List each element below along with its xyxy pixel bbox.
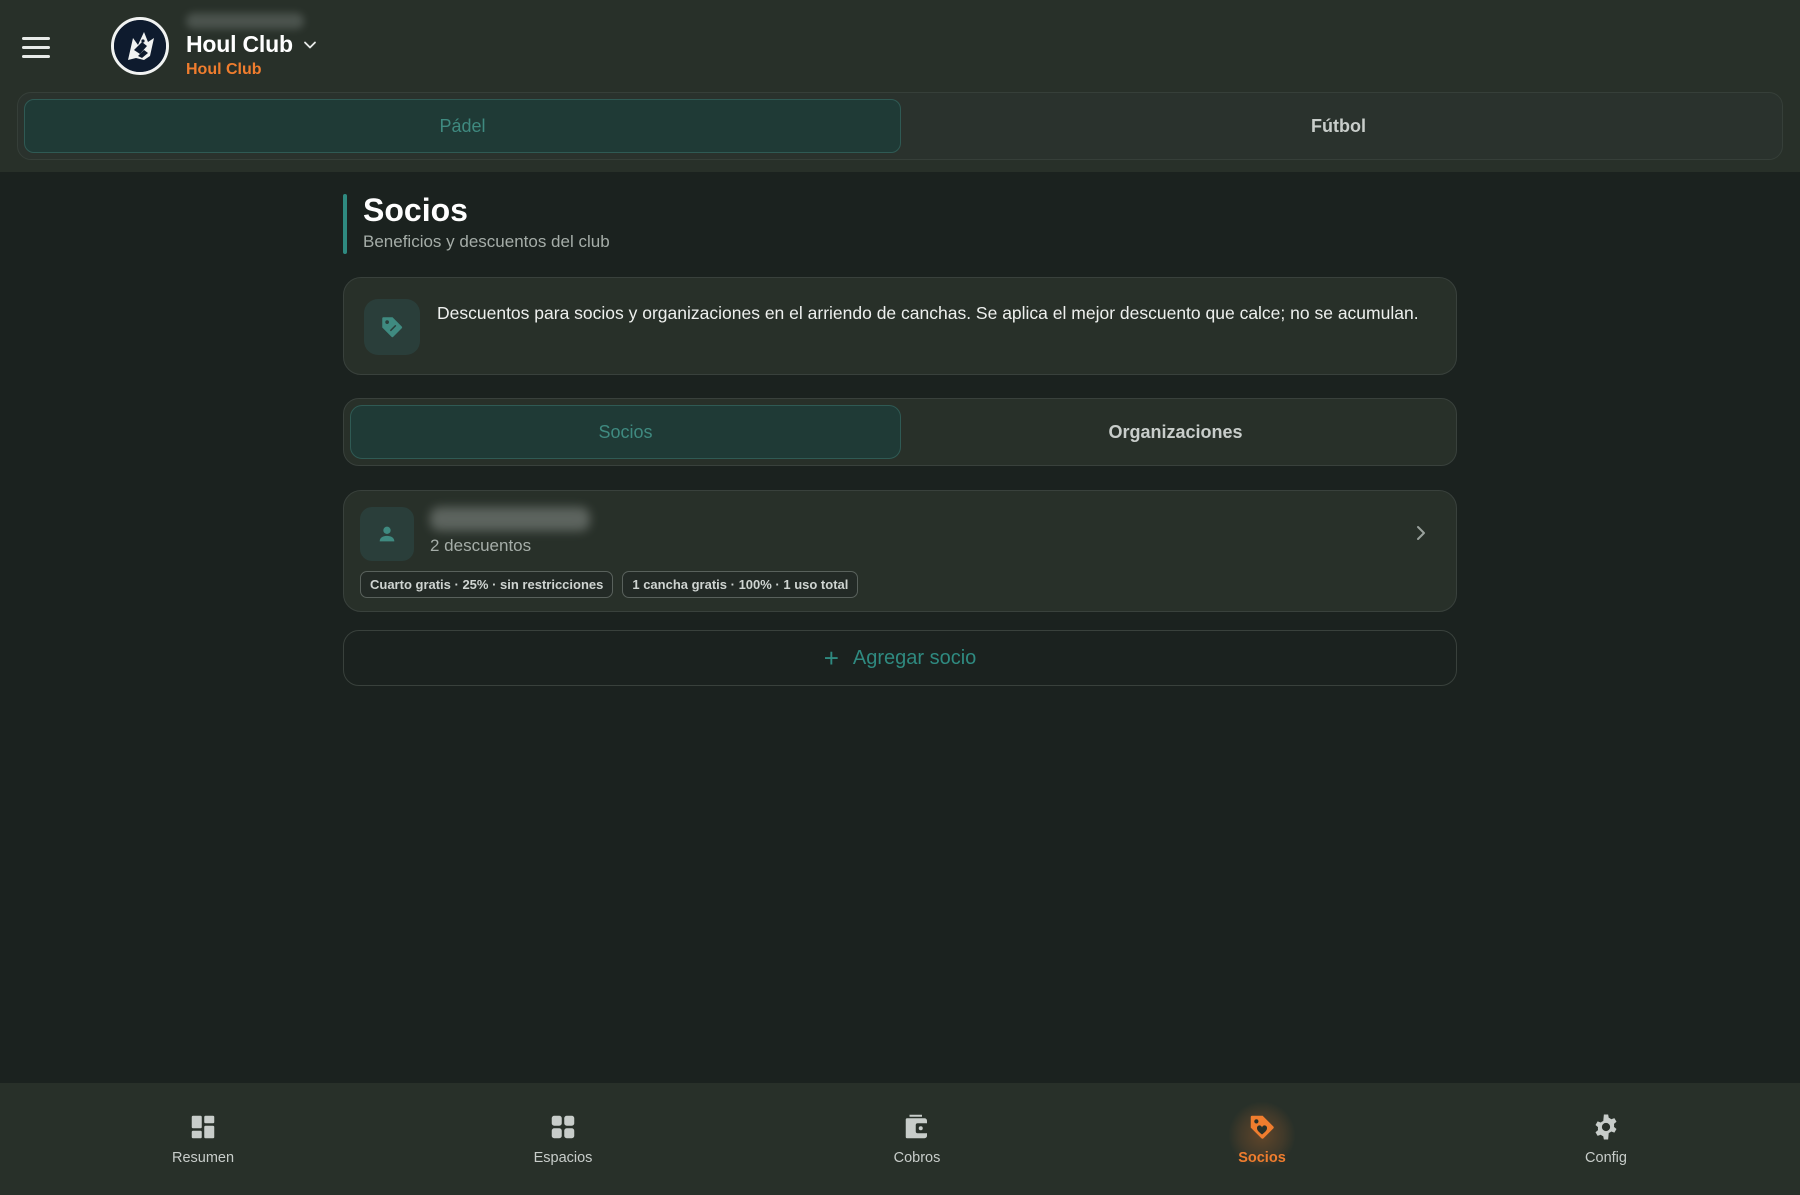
tag-icon xyxy=(1250,1115,1274,1139)
page-subtitle: Beneficios y descuentos del club xyxy=(363,232,610,251)
page-title: Socios xyxy=(363,192,468,228)
club-selector[interactable]: Houl Club xyxy=(186,31,317,58)
discount-chip: 1 cancha gratis · 100% · 1 uso total xyxy=(622,571,859,598)
sport-tabs: Pádel Fútbol xyxy=(17,92,1783,160)
tab-socios[interactable]: Socios xyxy=(350,405,901,459)
nav-espacios[interactable]: Espacios xyxy=(483,1083,643,1195)
tab-futbol[interactable]: Fútbol xyxy=(901,99,1776,153)
menu-button[interactable] xyxy=(22,30,56,64)
tab-organizaciones[interactable]: Organizaciones xyxy=(901,405,1450,459)
plus-icon: + xyxy=(823,643,839,673)
club-subtitle: Houl Club xyxy=(186,61,262,78)
tag-icon xyxy=(382,317,403,338)
info-icon-box xyxy=(364,299,420,355)
menu-icon-line xyxy=(22,36,50,40)
blurred-member-name xyxy=(430,507,590,531)
nav-label: Cobros xyxy=(893,1150,941,1166)
nav-label: Socios xyxy=(1238,1150,1286,1166)
wolf-logo-icon xyxy=(114,20,166,72)
chevron-down-icon xyxy=(303,41,316,48)
member-discount-count: 2 descuentos xyxy=(430,536,532,555)
nav-label: Resumen xyxy=(171,1150,235,1166)
wallet-icon xyxy=(905,1114,929,1139)
nav-label: Config xyxy=(1585,1150,1627,1166)
app-header: Houl Club Houl Club Pádel Fútbol xyxy=(0,0,1800,172)
menu-icon-line xyxy=(22,45,50,49)
add-member-label: Agregar socio xyxy=(852,646,977,669)
bottom-nav: Resumen Espacios Cobros Socios Config xyxy=(0,1083,1800,1195)
grid-icon xyxy=(551,1115,575,1139)
menu-icon-line xyxy=(22,54,50,58)
nav-label: Espacios xyxy=(533,1150,593,1166)
nav-cobros[interactable]: Cobros xyxy=(837,1083,997,1195)
discount-chips: Cuarto gratis · 25% · sin restricciones … xyxy=(360,571,859,598)
nav-socios[interactable]: Socios xyxy=(1182,1083,1342,1195)
person-icon xyxy=(379,526,395,542)
chevron-right-icon xyxy=(1417,526,1425,540)
segment-tabs: Socios Organizaciones xyxy=(343,398,1457,466)
info-card: Descuentos para socios y organizaciones … xyxy=(343,277,1457,375)
gear-icon xyxy=(1595,1114,1617,1140)
tab-padel[interactable]: Pádel xyxy=(24,99,901,153)
discount-chip: Cuarto gratis · 25% · sin restricciones xyxy=(360,571,614,598)
title-accent-bar xyxy=(343,194,347,254)
club-logo[interactable] xyxy=(111,17,169,75)
nav-resumen[interactable]: Resumen xyxy=(123,1083,283,1195)
info-text: Descuentos para socios y organizaciones … xyxy=(437,303,1419,323)
member-card[interactable]: 2 descuentos Cuarto gratis · 25% · sin r… xyxy=(343,490,1457,612)
blurred-user-name xyxy=(186,13,304,29)
club-name: Houl Club xyxy=(186,31,293,57)
member-avatar xyxy=(360,507,414,561)
dashboard-icon xyxy=(191,1115,215,1139)
nav-config[interactable]: Config xyxy=(1526,1083,1686,1195)
add-member-button[interactable]: + Agregar socio xyxy=(343,630,1457,686)
